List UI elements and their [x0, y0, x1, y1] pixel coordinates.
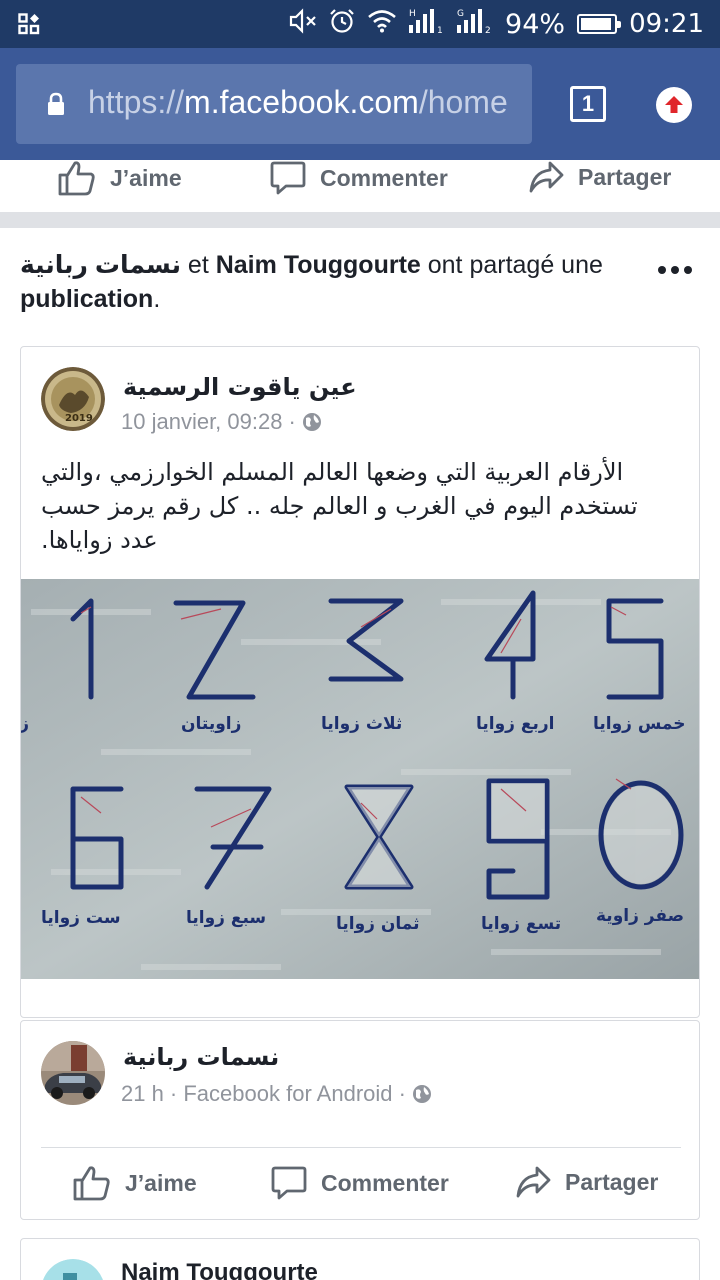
globe-icon — [302, 413, 321, 431]
upload-arrow-icon — [665, 96, 683, 113]
post-meta: 10 janvier, 09:28 · — [121, 409, 322, 435]
divider — [41, 1147, 681, 1148]
url-path: /home — [418, 84, 508, 120]
svg-text:سبع زوايا: سبع زوايا — [186, 908, 266, 928]
svg-text:ست زوايا: ست زوايا — [41, 908, 121, 928]
wifi-icon — [367, 9, 397, 40]
like-button[interactable]: J’aime — [73, 1165, 197, 1201]
battery-fill — [581, 18, 611, 30]
sharer-avatar[interactable] — [41, 1041, 105, 1105]
screenshot-icon — [18, 13, 40, 40]
post-image[interactable]: زاوية واحدة زاويتان ثلاث زوايا اربع زواي… — [21, 579, 699, 979]
svg-text:H: H — [409, 9, 416, 19]
mute-icon — [289, 7, 317, 41]
comment-label: Commenter — [321, 1169, 449, 1196]
publication-link[interactable]: publication — [20, 285, 153, 313]
meta-separator: · — [288, 409, 296, 434]
share-arrow-icon — [529, 161, 564, 193]
globe-icon — [412, 1085, 431, 1103]
lock-icon — [46, 92, 66, 121]
like-button[interactable]: J’aime — [58, 160, 182, 196]
sharer-post-meta: 21 h · Facebook for Android · — [121, 1081, 432, 1107]
tab-switcher-button[interactable]: 1 — [570, 86, 606, 122]
comment-button[interactable]: Commenter — [271, 1165, 449, 1201]
share-button[interactable]: Partager — [515, 1165, 658, 1199]
shared-post-card[interactable]: 2019 عين ياقوت الرسمية 10 janvier, 09:28… — [20, 346, 700, 1018]
upload-button[interactable] — [656, 87, 692, 123]
svg-text:1: 1 — [437, 26, 443, 35]
svg-text:تسع زوايا: تسع زوايا — [481, 914, 561, 934]
clock: 09:21 — [629, 9, 704, 39]
comment-label: Commenter — [320, 164, 448, 191]
alarm-icon — [329, 8, 355, 41]
svg-text:ثلاث زوايا: ثلاث زوايا — [321, 714, 402, 734]
thumbs-up-icon — [58, 161, 95, 196]
signal-h-icon: H1 — [409, 7, 445, 42]
page-avatar[interactable]: 2019 — [41, 367, 105, 431]
more-options-icon[interactable] — [658, 266, 692, 274]
post-text: الأرقام العربية التي وضعها العالم المسلم… — [41, 458, 638, 554]
share-label: Partager — [578, 163, 672, 190]
actor-link-2[interactable]: Naim Touggourte — [216, 251, 421, 279]
comment-button[interactable]: Commenter — [270, 160, 448, 196]
svg-text:زاوية واحدة: زاوية واحدة — [21, 714, 29, 734]
url-text: https://m.facebook.com/home — [88, 84, 508, 121]
svg-text:اربع زوايا: اربع زوايا — [476, 714, 554, 734]
comment-bubble-icon — [271, 1166, 307, 1200]
next-post-card[interactable]: Naim Touggourte — [20, 1238, 700, 1280]
share-button[interactable]: Partager — [528, 160, 671, 194]
like-label: J’aime — [125, 1169, 197, 1196]
svg-text:G: G — [457, 9, 464, 19]
url-host: m.facebook.com — [184, 84, 419, 120]
next-avatar[interactable] — [41, 1259, 105, 1280]
story-header: نسمات ربانية et Naim Touggourte ont part… — [20, 248, 640, 316]
svg-text:2019: 2019 — [65, 413, 93, 424]
browser-toolbar: https://m.facebook.com/home 1 — [0, 48, 720, 160]
comment-bubble-icon — [270, 161, 306, 195]
sharer-post-card[interactable]: نسمات ربانية 21 h · Facebook for Android… — [20, 1020, 700, 1220]
sharer-meta-text[interactable]: 21 h · Facebook for Android · — [121, 1081, 406, 1107]
page-name[interactable]: عين ياقوت الرسمية — [123, 373, 357, 401]
svg-text:ثمان زوايا: ثمان زوايا — [336, 914, 420, 934]
url-scheme: https:// — [88, 84, 185, 120]
sharer-name[interactable]: نسمات ربانية — [123, 1043, 279, 1071]
battery-icon — [577, 14, 622, 34]
like-label: J’aime — [110, 164, 182, 191]
svg-text:زاويتان: زاويتان — [181, 714, 241, 734]
post-date[interactable]: 10 janvier, 09:28 — [121, 409, 282, 435]
svg-text:2: 2 — [485, 26, 491, 35]
share-arrow-icon — [516, 1166, 551, 1198]
thumbs-up-icon — [73, 1166, 110, 1201]
share-label: Partager — [565, 1168, 659, 1195]
status-bar: H1 G2 94% 09:21 — [0, 0, 720, 48]
svg-text:خمس زوايا: خمس زوايا — [593, 714, 686, 734]
signal-g-icon: G2 — [457, 7, 493, 42]
feed-separator — [0, 212, 720, 228]
story-period: . — [153, 285, 161, 313]
next-author-name[interactable]: Naim Touggourte — [121, 1259, 318, 1280]
feed-story: نسمات ربانية et Naim Touggourte ont part… — [0, 228, 720, 1280]
battery-percent: 94% — [505, 8, 566, 40]
conjunction: et — [180, 251, 216, 279]
actor-link-1[interactable]: نسمات ربانية — [20, 251, 181, 279]
address-bar[interactable]: https://m.facebook.com/home — [16, 64, 532, 144]
story-verb: ont partagé une — [420, 251, 603, 279]
previous-post-actions: J’aime Commenter Partager — [0, 160, 720, 212]
svg-text:صفر زاوية: صفر زاوية — [596, 906, 684, 926]
